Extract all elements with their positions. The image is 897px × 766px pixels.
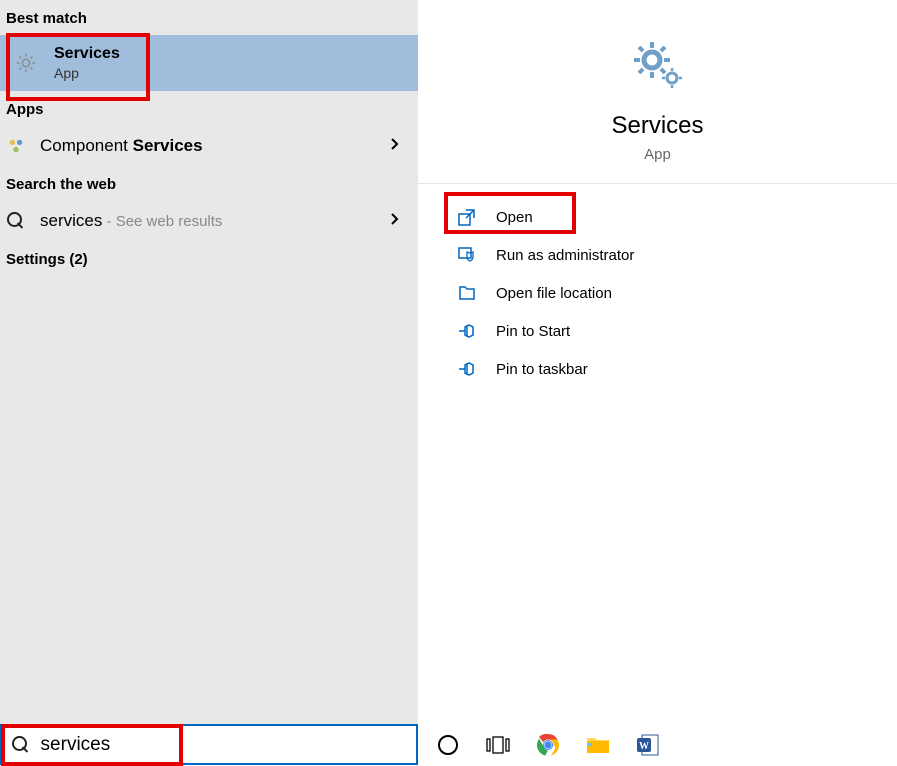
pin-icon <box>456 320 478 342</box>
web-result-label: services - See web results <box>40 211 222 231</box>
web-result[interactable]: services - See web results <box>0 201 418 241</box>
apps-header: Apps <box>0 91 418 126</box>
detail-title: Services <box>611 112 703 140</box>
pin-icon <box>456 358 478 380</box>
result-label: Component Services <box>40 136 203 156</box>
svg-text:W: W <box>639 741 649 752</box>
open-action[interactable]: Open <box>456 198 897 236</box>
cortana-icon[interactable] <box>436 733 460 757</box>
search-icon <box>6 211 26 231</box>
pin-to-taskbar-action[interactable]: Pin to taskbar <box>456 350 897 388</box>
shield-icon <box>456 244 478 266</box>
folder-icon <box>456 282 478 304</box>
action-label: Open <box>496 209 533 226</box>
detail-subtitle: App <box>644 146 671 163</box>
gear-icon <box>14 51 38 75</box>
best-match-result[interactable]: Services App <box>0 35 418 91</box>
open-icon <box>456 206 478 228</box>
action-label: Pin to Start <box>496 323 570 340</box>
open-file-location-action[interactable]: Open file location <box>456 274 897 312</box>
settings-header: Settings (2) <box>0 241 418 276</box>
search-results-pane: Best match Services App Apps Component S… <box>0 0 418 724</box>
chevron-right-icon <box>390 212 400 231</box>
action-label: Open file location <box>496 285 612 302</box>
chevron-right-icon <box>390 137 400 156</box>
search-web-header: Search the web <box>0 166 418 201</box>
task-view-icon[interactable] <box>486 733 510 757</box>
taskbar: W <box>0 724 897 765</box>
search-input[interactable] <box>41 734 406 756</box>
best-match-header: Best match <box>0 0 418 35</box>
search-icon <box>12 735 31 755</box>
component-services-result[interactable]: Component Services <box>0 126 418 166</box>
file-explorer-icon[interactable] <box>586 733 610 757</box>
action-label: Pin to taskbar <box>496 361 588 378</box>
gear-icon <box>630 38 686 94</box>
word-icon[interactable]: W <box>636 733 660 757</box>
result-subtitle: App <box>54 65 120 81</box>
action-label: Run as administrator <box>496 247 634 264</box>
result-title: Services <box>54 45 120 63</box>
run-as-admin-action[interactable]: Run as administrator <box>456 236 897 274</box>
detail-pane: Services App Open Run as administrator <box>418 0 897 724</box>
component-services-icon <box>6 136 26 156</box>
chrome-icon[interactable] <box>536 733 560 757</box>
taskbar-search-box[interactable] <box>0 724 418 765</box>
pin-to-start-action[interactable]: Pin to Start <box>456 312 897 350</box>
